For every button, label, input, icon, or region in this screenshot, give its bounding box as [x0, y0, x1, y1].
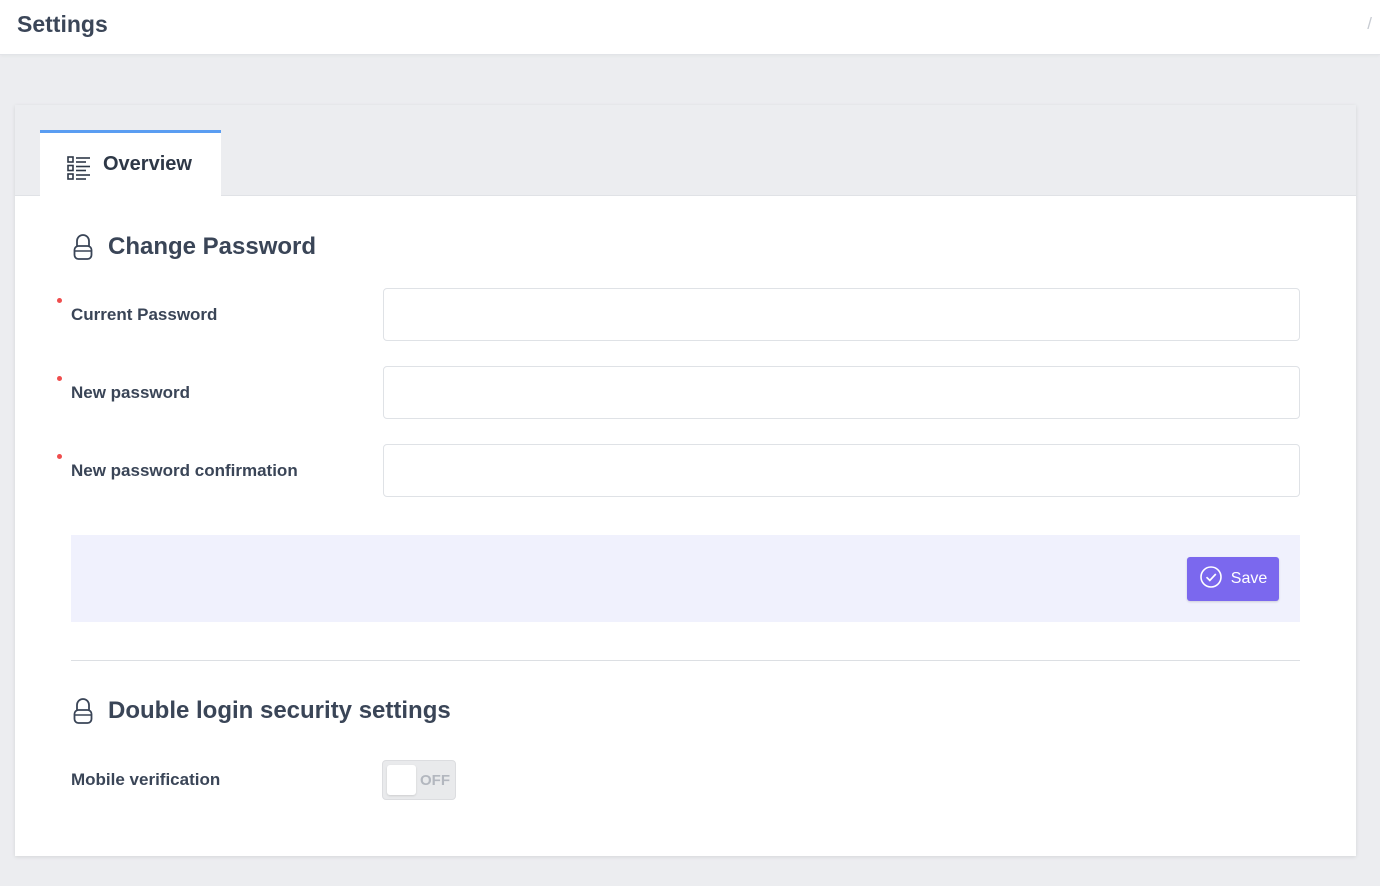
- double-login-heading: Double login security settings: [71, 697, 451, 725]
- section-divider: [71, 660, 1300, 661]
- lock-icon: [71, 697, 95, 725]
- check-circle-icon: [1199, 565, 1223, 594]
- new-password-input[interactable]: [383, 366, 1300, 419]
- new-password-confirmation-label: New password confirmation: [71, 461, 298, 480]
- save-button[interactable]: Save: [1187, 557, 1279, 601]
- list-icon: [67, 156, 91, 185]
- tab-overview[interactable]: Overview: [40, 130, 221, 197]
- current-password-input[interactable]: [383, 288, 1300, 341]
- current-password-label: Current Password: [71, 305, 218, 324]
- settings-card: Overview Change Password Current Passwor…: [15, 105, 1356, 856]
- mobile-verification-label: Mobile verification: [71, 770, 221, 789]
- top-bar: Settings /: [0, 0, 1380, 55]
- lock-icon: [71, 233, 95, 261]
- required-indicator: [57, 298, 62, 303]
- double-login-title: Double login security settings: [108, 697, 451, 724]
- mobile-verification-toggle[interactable]: OFF: [382, 760, 456, 800]
- new-password-confirmation-input[interactable]: [383, 444, 1300, 497]
- breadcrumb-separator: /: [1367, 14, 1372, 33]
- toggle-knob: [387, 765, 416, 795]
- form-actions: Save: [71, 535, 1300, 622]
- save-button-label: Save: [1230, 570, 1268, 587]
- page-title: Settings: [17, 11, 108, 37]
- tab-overview-label: Overview: [103, 153, 192, 175]
- change-password-title: Change Password: [108, 233, 317, 260]
- required-indicator: [57, 454, 62, 459]
- toggle-state-label: OFF: [420, 772, 450, 789]
- tab-bar: Overview: [15, 105, 1356, 197]
- change-password-heading: Change Password: [71, 233, 316, 261]
- required-indicator: [57, 376, 62, 381]
- new-password-label: New password: [71, 383, 191, 402]
